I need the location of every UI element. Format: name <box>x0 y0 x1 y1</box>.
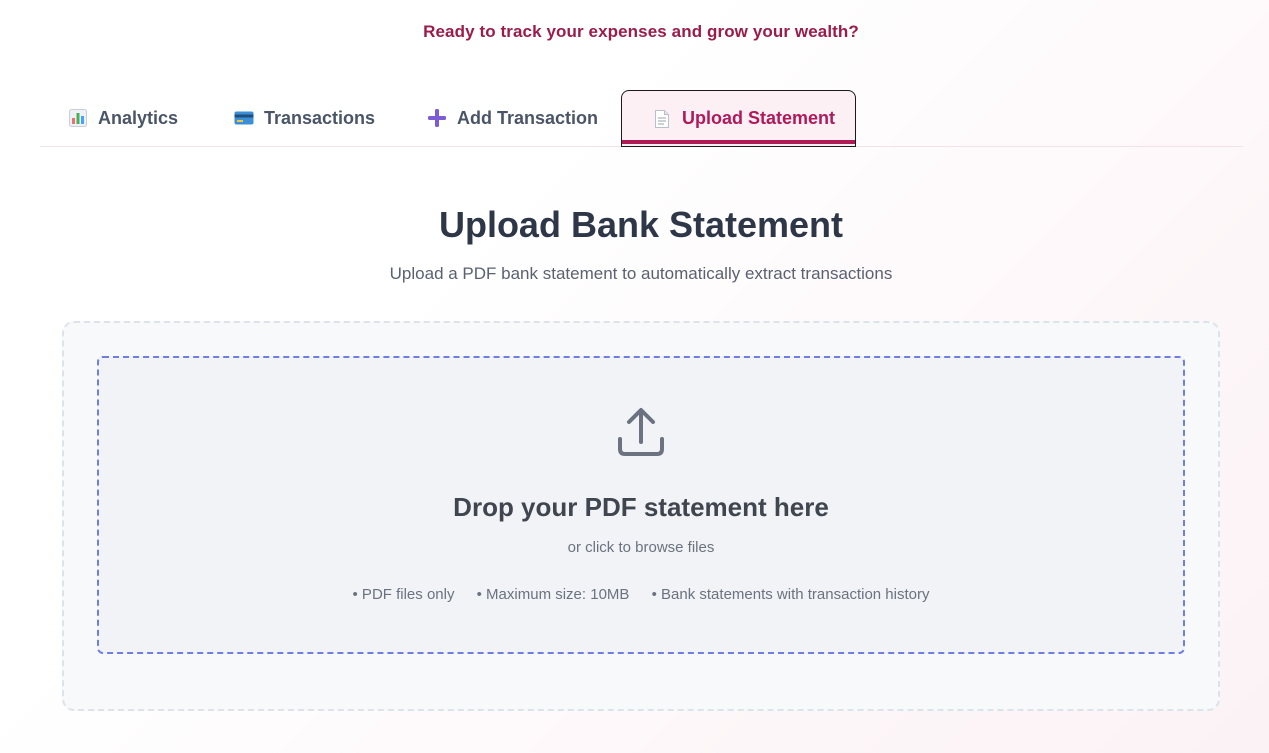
dropzone-title: Drop your PDF statement here <box>453 492 829 522</box>
tab-add-transaction[interactable]: Add Transaction <box>427 90 598 146</box>
tab-label: Add Transaction <box>457 107 599 128</box>
tab-transactions[interactable]: Transactions <box>234 90 375 146</box>
tab-analytics[interactable]: Analytics <box>68 90 178 146</box>
credit-card-icon <box>234 108 254 128</box>
plus-icon <box>427 108 447 128</box>
tab-label: Analytics <box>98 107 179 128</box>
requirement-item: • PDF files only <box>352 586 455 603</box>
tab-label: Transactions <box>264 107 376 128</box>
page-subtitle: Upload a PDF bank statement to automatic… <box>389 264 893 283</box>
document-icon <box>652 109 672 129</box>
tab-upload-statement[interactable]: Upload Statement <box>621 90 856 147</box>
bar-chart-icon <box>68 108 88 128</box>
file-requirements: • PDF files only • Maximum size: 10MB • … <box>0 586 1269 603</box>
tab-bar: Analytics Transactions Add Transaction U… <box>40 90 1243 147</box>
tab-label: Upload Statement <box>682 108 836 128</box>
browse-files-link[interactable]: or click to browse files <box>0 539 1269 556</box>
requirement-item: • Bank statements with transaction histo… <box>651 586 930 603</box>
page-title: Upload Bank Statement <box>438 204 844 245</box>
requirement-item: • Maximum size: 10MB <box>476 586 630 603</box>
header-tagline: Ready to track your expenses and grow yo… <box>423 22 859 41</box>
upload-icon <box>613 404 669 460</box>
